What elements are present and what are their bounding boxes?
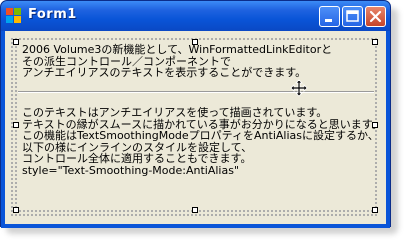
resize-handle-right[interactable] <box>372 122 378 128</box>
text-line: コントロール全体に適用することもできます。 <box>22 152 252 165</box>
close-button[interactable] <box>365 6 386 27</box>
text-block-2: このテキストはアンチエイリアスを使って描画されています。 テキストの縁がスムース… <box>22 107 383 176</box>
text-line: このテキストはアンチエイリアスを使って描画されています。 <box>22 106 328 119</box>
resize-handle-left[interactable] <box>13 122 19 128</box>
resize-handle-top-right[interactable] <box>372 39 378 45</box>
text-line: style="Text-Smoothing-Mode:AntiAlias" <box>22 163 240 177</box>
resize-handle-top[interactable] <box>192 39 198 45</box>
move-arrows-icon[interactable] <box>290 79 308 97</box>
resize-handle-bottom-left[interactable] <box>13 207 19 213</box>
title-bar[interactable]: Form1 <box>1 1 390 31</box>
minimize-icon <box>325 19 332 22</box>
resize-handle-bottom[interactable] <box>192 207 198 213</box>
text-line: この機能はTextSmoothingModeプロパティをAntiAliasに設定… <box>22 129 379 142</box>
text-line: アンチエイリアスのテキストを表示することができます。 <box>22 66 307 79</box>
maximize-button[interactable] <box>342 6 363 27</box>
window-frame-bottom <box>1 224 390 228</box>
windows-form-icon <box>6 8 21 23</box>
close-icon <box>369 10 382 23</box>
window-title: Form1 <box>28 7 77 22</box>
minimize-button[interactable] <box>319 6 340 27</box>
horizontal-rule <box>18 91 374 93</box>
resize-handle-top-left[interactable] <box>13 39 19 45</box>
maximize-icon <box>346 10 359 22</box>
resize-handle-bottom-right[interactable] <box>372 207 378 213</box>
window-frame-right <box>386 31 390 228</box>
text-block-1: 2006 Volume3の新機能として、WinFormattedLinkEdit… <box>22 44 332 79</box>
text-line: 2006 Volume3の新機能として、WinFormattedLinkEdit… <box>22 43 333 56</box>
